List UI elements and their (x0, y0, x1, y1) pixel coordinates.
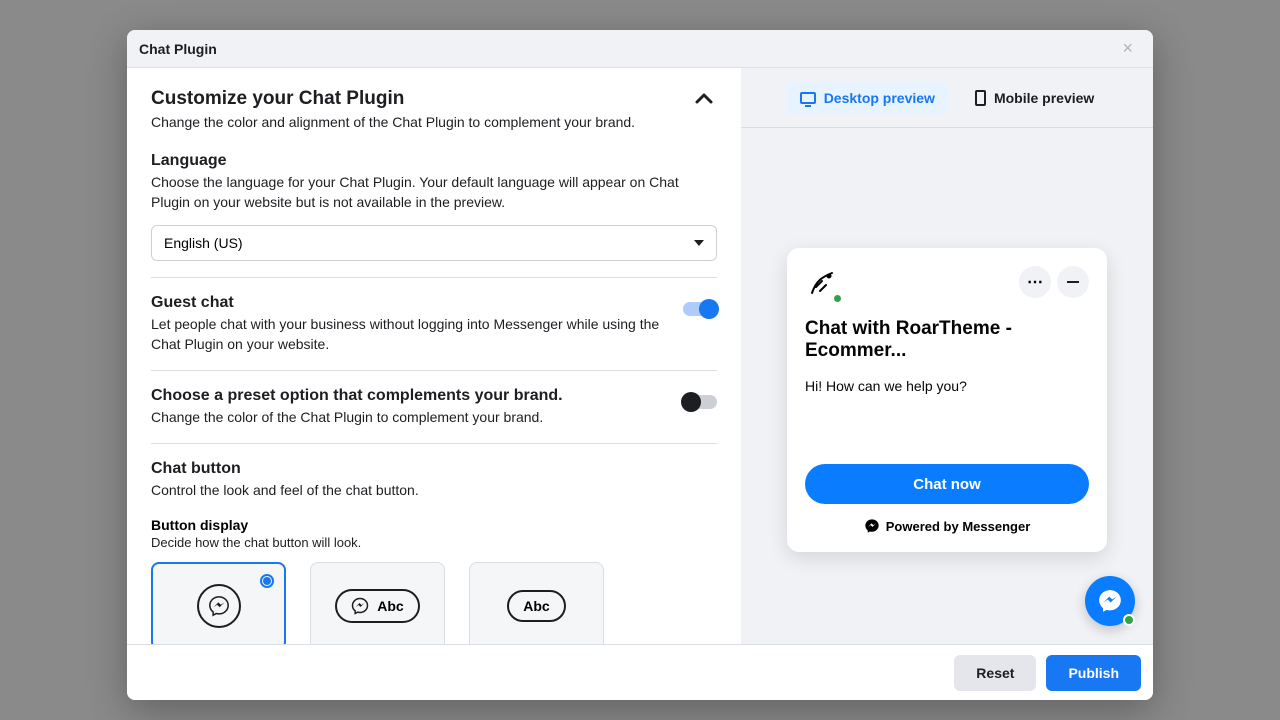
messenger-icon (1097, 588, 1123, 614)
preview-tabs: Desktop preview Mobile preview (741, 68, 1153, 128)
messenger-icon (864, 518, 880, 534)
online-dot-icon (1123, 614, 1135, 626)
guest-chat-title: Guest chat (151, 294, 663, 312)
preview-surface: ⋯ Chat with RoarTheme - Ecommer... Hi! H… (741, 128, 1153, 644)
minimize-icon[interactable] (1057, 266, 1089, 298)
language-desc: Choose the language for your Chat Plugin… (151, 172, 717, 213)
messenger-icon (351, 597, 369, 615)
modal-title: Chat Plugin (139, 41, 217, 57)
chat-fab[interactable] (1085, 576, 1135, 626)
chat-now-button[interactable]: Chat now (805, 464, 1089, 504)
preview-panel: Desktop preview Mobile preview (741, 68, 1153, 644)
chat-widget-title: Chat with RoarTheme - Ecommer... (805, 318, 1089, 362)
online-dot-icon (832, 293, 843, 304)
chat-widget-greeting: Hi! How can we help you? (805, 378, 1089, 394)
modal-header: Chat Plugin × (127, 30, 1153, 68)
dropdown-icon (694, 240, 704, 246)
tab-mobile-preview[interactable]: Mobile preview (961, 82, 1108, 114)
radio-selected-icon (260, 574, 274, 588)
settings-panel: Customize your Chat Plugin Change the co… (127, 68, 741, 644)
preset-toggle[interactable] (683, 395, 717, 409)
chevron-up-icon[interactable] (691, 88, 717, 108)
option-text-only[interactable]: Abc (469, 562, 604, 644)
preset-title: Choose a preset option that complements … (151, 387, 663, 405)
preset-desc: Change the color of the Chat Plugin to c… (151, 407, 663, 427)
button-display-desc: Decide how the chat button will look. (151, 535, 717, 550)
button-display-title: Button display (151, 517, 717, 533)
mobile-icon (975, 90, 986, 106)
customize-title: Customize your Chat Plugin (151, 88, 635, 110)
close-icon[interactable]: × (1114, 34, 1141, 63)
option-icon-text[interactable]: Abc (310, 562, 445, 644)
language-title: Language (151, 152, 717, 170)
reset-button[interactable]: Reset (954, 655, 1036, 691)
chat-widget: ⋯ Chat with RoarTheme - Ecommer... Hi! H… (787, 248, 1107, 552)
desktop-icon (800, 92, 816, 104)
tab-desktop-preview[interactable]: Desktop preview (786, 82, 949, 114)
more-icon[interactable]: ⋯ (1019, 266, 1051, 298)
option-icon-only[interactable] (151, 562, 286, 644)
chat-button-desc: Control the look and feel of the chat bu… (151, 480, 717, 500)
powered-by: Powered by Messenger (805, 518, 1089, 534)
modal-footer: Reset Publish (127, 644, 1153, 700)
customize-desc: Change the color and alignment of the Ch… (151, 114, 635, 130)
chat-button-title: Chat button (151, 460, 717, 478)
publish-button[interactable]: Publish (1046, 655, 1141, 691)
guest-chat-desc: Let people chat with your business witho… (151, 314, 663, 355)
language-selected: English (US) (164, 235, 243, 251)
guest-chat-toggle[interactable] (683, 302, 717, 316)
chat-plugin-modal: Chat Plugin × Customize your Chat Plugin… (127, 30, 1153, 700)
language-select[interactable]: English (US) (151, 225, 717, 261)
messenger-icon (208, 595, 230, 617)
